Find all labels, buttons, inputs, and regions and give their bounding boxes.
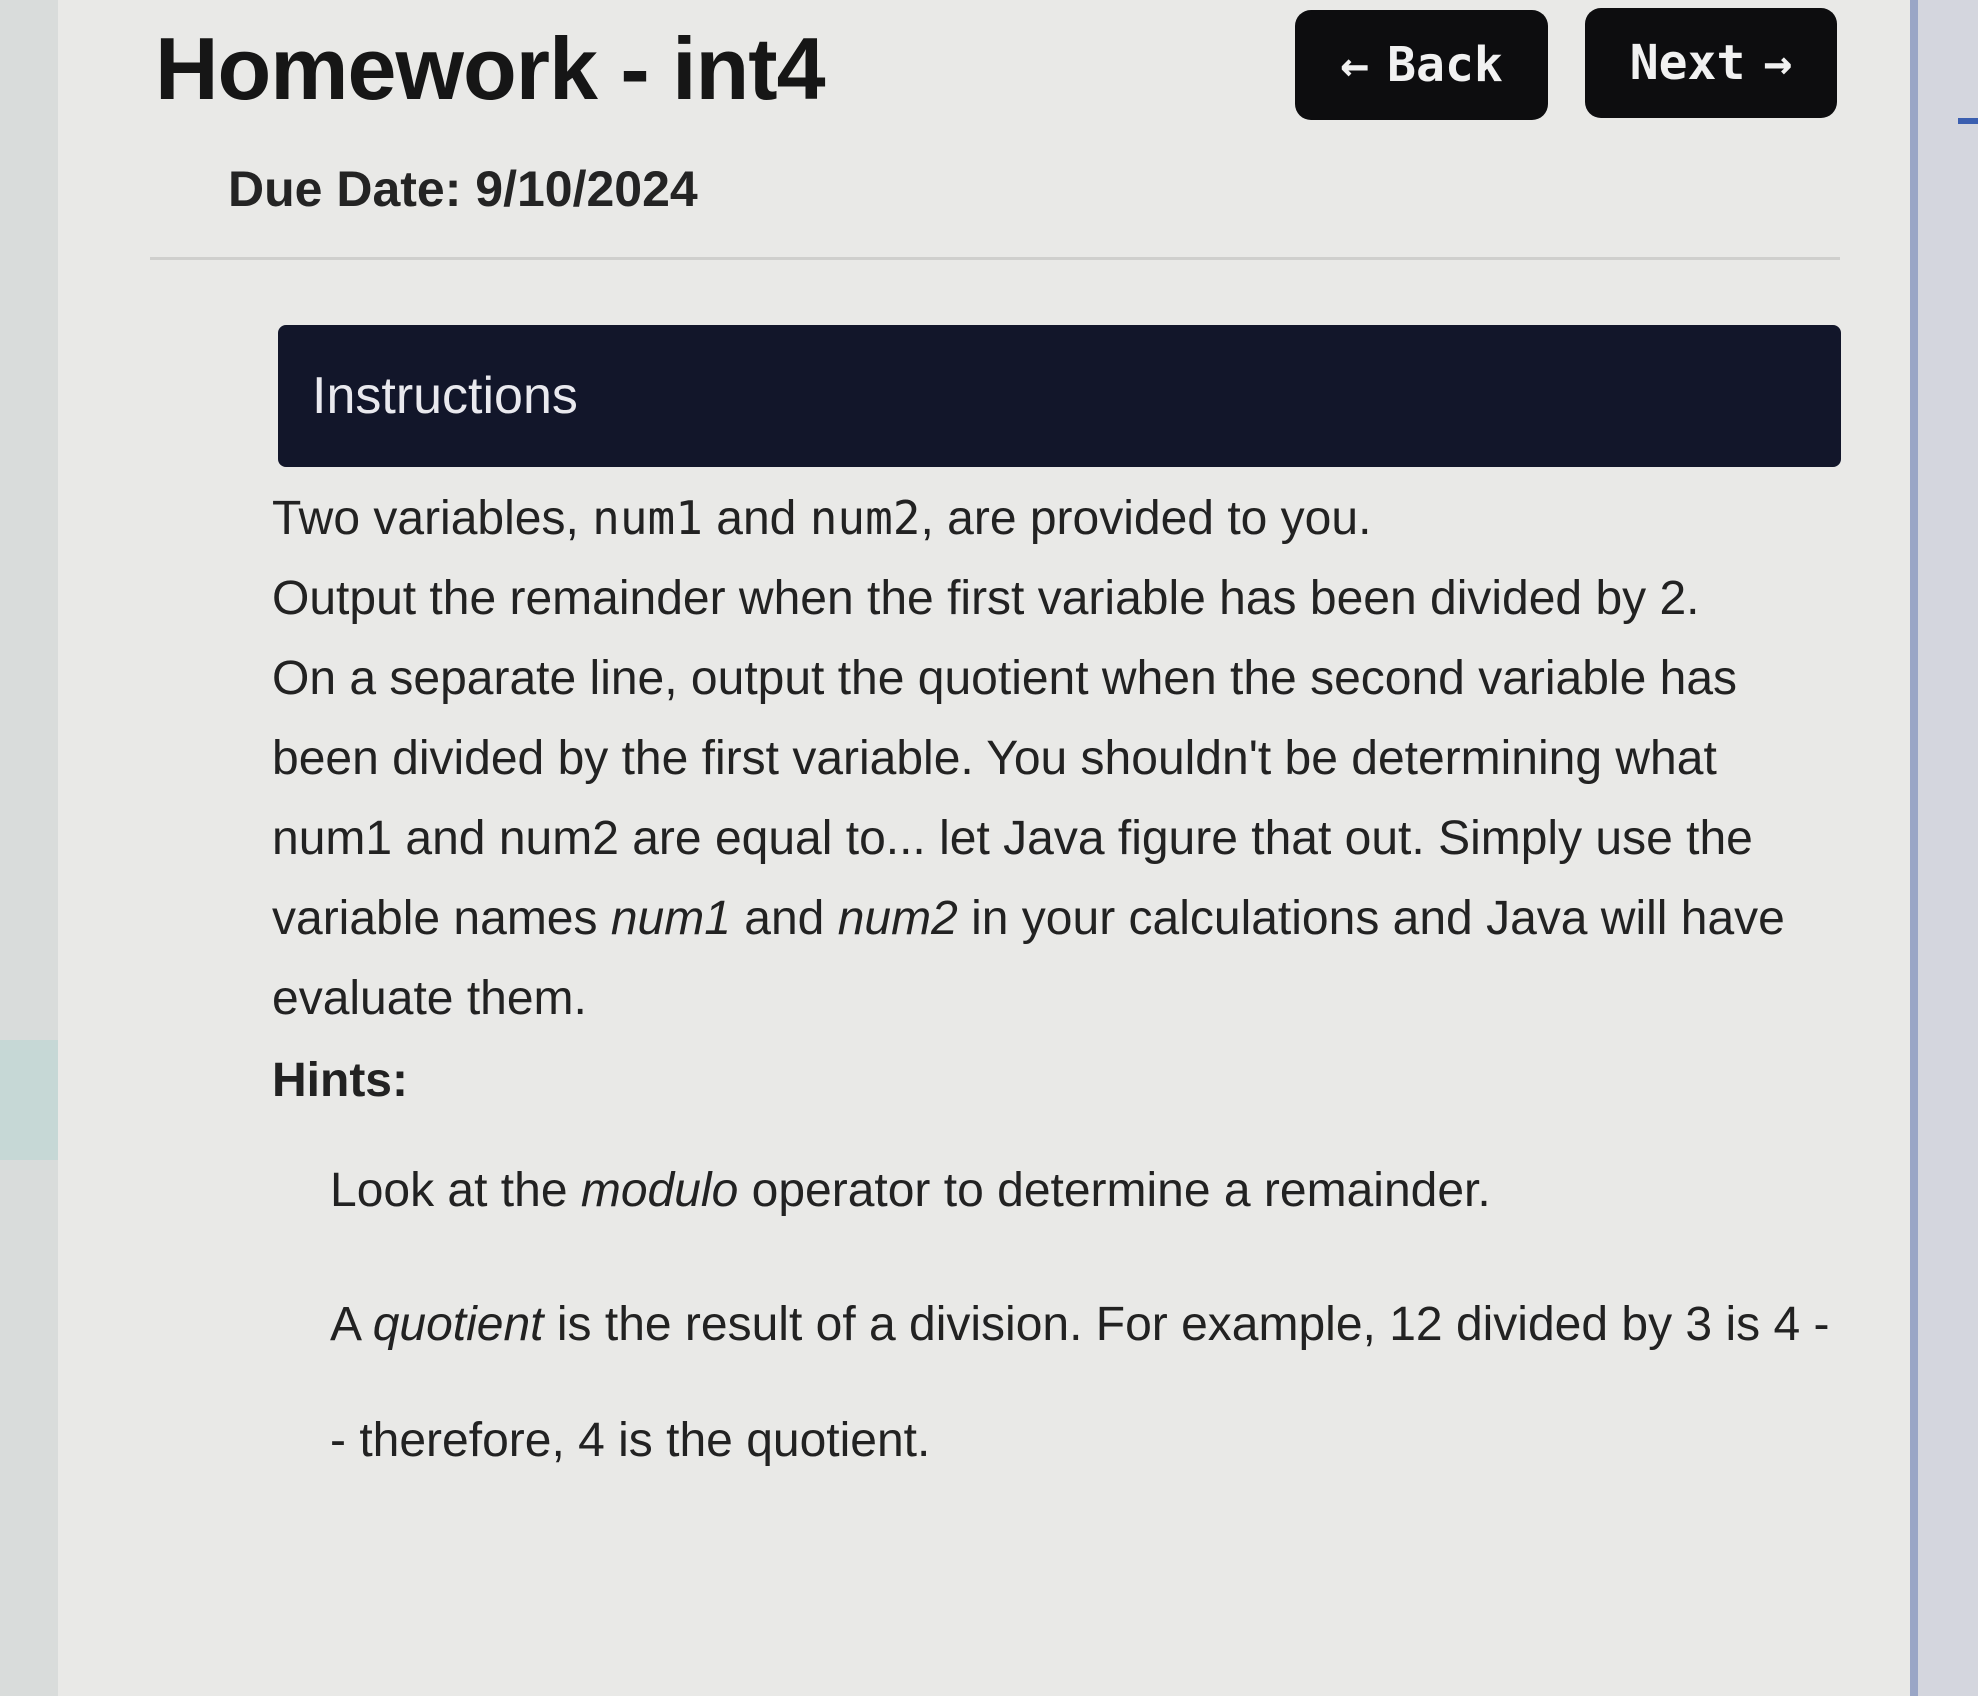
code-num1: num1 [592, 491, 703, 545]
next-button[interactable]: Next → [1585, 8, 1837, 118]
italic-num2: num2 [837, 892, 958, 945]
page-title: Homework - int4 [155, 19, 826, 118]
hint-1: Look at the modulo operator to determine… [272, 1151, 1832, 1231]
instructions-header: Instructions [278, 325, 1841, 467]
code-num2: num2 [809, 491, 921, 545]
instructions-heading: Instructions [312, 367, 578, 425]
text: A [330, 1298, 373, 1351]
back-button-label: Back [1387, 37, 1503, 93]
text: is the result of a division. For example… [330, 1298, 1830, 1467]
text: Look at the [330, 1164, 581, 1217]
italic-quotient: quotient [372, 1298, 544, 1351]
hints-label: Hints: [272, 1054, 408, 1107]
italic-modulo: modulo [580, 1164, 739, 1217]
italic-num1: num1 [610, 892, 731, 945]
arrow-left-icon: ← [1340, 37, 1370, 93]
due-date: Due Date: 9/10/2024 [228, 161, 698, 217]
instruction-paragraph-1: Two variables, num1 and num2, are provid… [272, 478, 1832, 559]
back-button[interactable]: ← Back [1295, 10, 1548, 120]
instruction-paragraph-2: Output the remainder when the first vari… [272, 572, 1700, 625]
text: , are provided to you. [920, 492, 1372, 545]
left-side-strip [0, 0, 58, 1696]
instruction-paragraph-3: On a separate line, output the quotient … [272, 639, 1832, 1039]
arrow-right-icon: → [1763, 35, 1793, 91]
next-button-label: Next [1629, 35, 1746, 91]
side-accent [0, 1040, 58, 1160]
text: and [730, 892, 838, 945]
hint-2: A quotient is the result of a division. … [272, 1267, 1832, 1499]
right-edge [1910, 0, 1978, 1696]
header-divider [150, 257, 1840, 260]
instructions-body: Two variables, num1 and num2, are provid… [272, 478, 1832, 1499]
text: Two variables, [272, 492, 593, 545]
text: operator to determine a remainder. [738, 1164, 1491, 1217]
text: and [702, 492, 810, 545]
scrollbar-track[interactable] [1910, 0, 1918, 1696]
edge-marker [1958, 118, 1978, 124]
